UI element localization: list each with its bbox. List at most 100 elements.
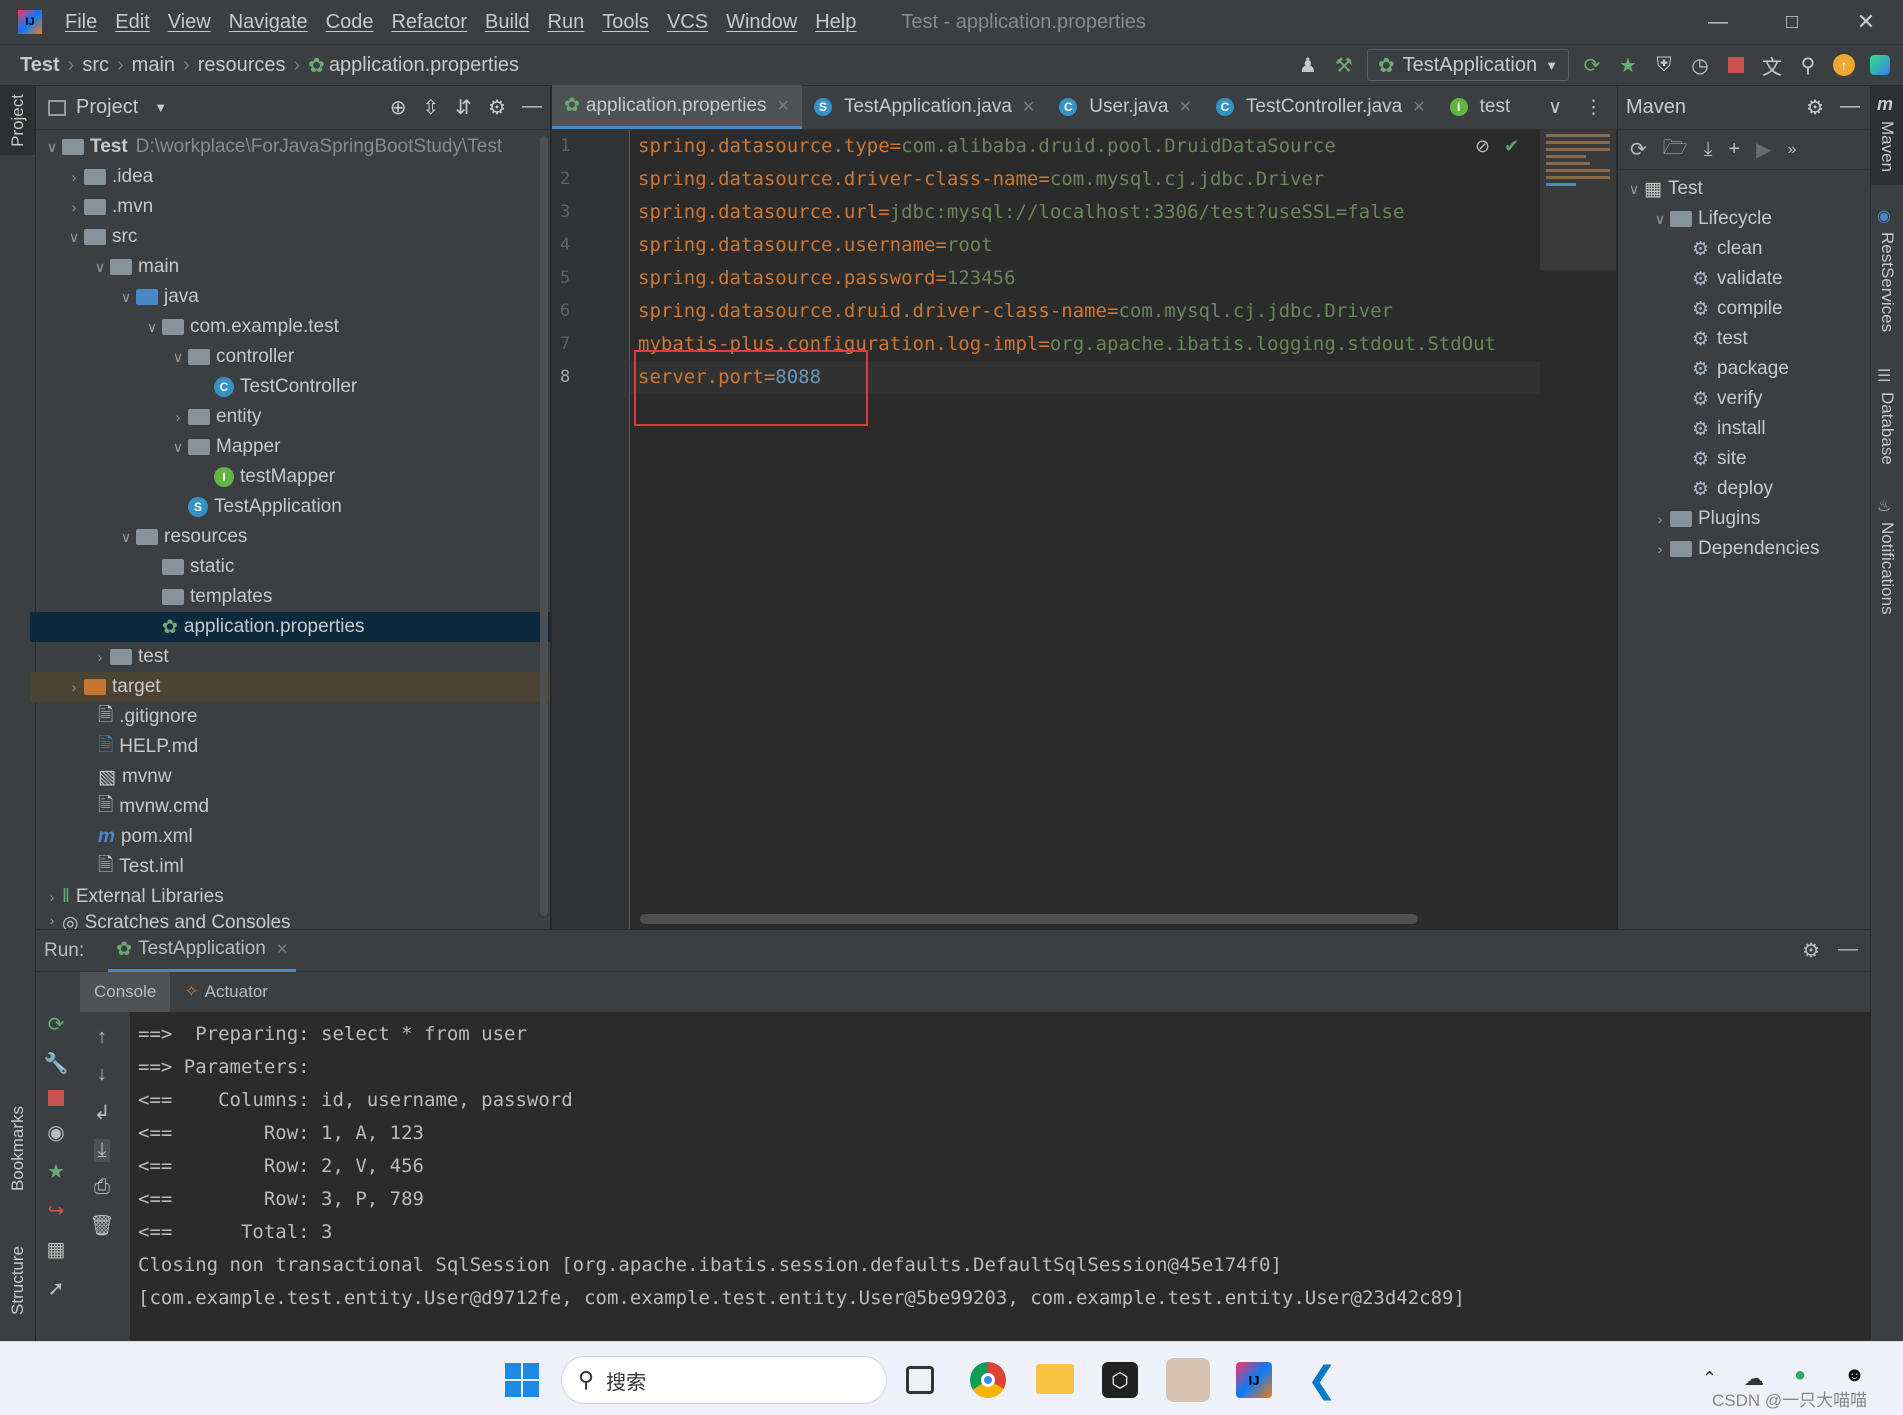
tree-item[interactable]: › test bbox=[36, 642, 550, 672]
expand-all-icon[interactable]: ⇳ bbox=[423, 95, 440, 120]
scrollbar[interactable] bbox=[540, 136, 548, 916]
maven-goal[interactable]: ⚙ install bbox=[1618, 414, 1870, 444]
chevron-right-icon[interactable]: › bbox=[64, 199, 84, 215]
maven-goal[interactable]: ⚙ compile bbox=[1618, 294, 1870, 324]
tree-item[interactable]: ∨ main bbox=[36, 252, 550, 282]
maven-tool-button[interactable]: m Maven bbox=[1871, 86, 1903, 186]
chevron-right-icon[interactable]: › bbox=[168, 409, 188, 425]
search-icon[interactable]: ⚲ bbox=[1795, 52, 1821, 78]
profile-icon[interactable]: ◷ bbox=[1687, 52, 1713, 78]
stop-icon[interactable] bbox=[48, 1090, 64, 1106]
collapse-all-icon[interactable]: ⇵ bbox=[455, 95, 472, 120]
menu-file[interactable]: File bbox=[56, 11, 106, 34]
tree-item[interactable]: ∨ Mapper bbox=[36, 432, 550, 462]
pin-icon[interactable]: ➚ bbox=[48, 1276, 65, 1301]
maven-dependencies[interactable]: › Dependencies bbox=[1618, 534, 1870, 564]
tree-item[interactable]: ∨ src bbox=[36, 222, 550, 252]
maven-goal[interactable]: ⚙ package bbox=[1618, 354, 1870, 384]
breadcrumb-item[interactable]: Test bbox=[20, 54, 60, 77]
tree-item[interactable]: m pom.xml bbox=[36, 822, 550, 852]
maven-goal[interactable]: ⚙ site bbox=[1618, 444, 1870, 474]
menu-tools[interactable]: Tools bbox=[593, 11, 658, 34]
stop-icon[interactable] bbox=[1723, 52, 1749, 78]
maven-goal[interactable]: ⚙ clean bbox=[1618, 234, 1870, 264]
close-icon[interactable]: ✕ bbox=[1179, 97, 1192, 117]
hide-icon[interactable]: — bbox=[1838, 938, 1858, 963]
tab-application-properties[interactable]: ✿ application.properties ✕ bbox=[552, 85, 802, 129]
breadcrumb-item[interactable]: main bbox=[132, 54, 175, 77]
trash-icon[interactable]: 🗑 bbox=[89, 1213, 114, 1238]
menu-edit[interactable]: Edit bbox=[106, 11, 158, 34]
database-tool-button[interactable]: ☰ Database bbox=[1877, 366, 1897, 470]
inspection-status[interactable]: ⊘ ✔ bbox=[1475, 136, 1519, 157]
project-view-select[interactable]: Project bbox=[76, 96, 138, 119]
gear-icon[interactable]: ⚙ bbox=[1802, 938, 1820, 963]
code-line[interactable]: spring.datasource.username=root bbox=[638, 229, 1538, 262]
arrow-down-icon[interactable]: ↓ bbox=[97, 1063, 107, 1086]
file-explorer-icon[interactable] bbox=[1036, 1364, 1074, 1394]
code-line[interactable]: spring.datasource.type=com.alibaba.druid… bbox=[638, 130, 1538, 163]
debug-bug-icon[interactable]: ★ bbox=[47, 1159, 65, 1184]
tree-item[interactable]: ItestMapper bbox=[36, 462, 550, 492]
task-view-icon[interactable] bbox=[906, 1366, 934, 1394]
tree-item[interactable]: 🗎 mvnw.cmd bbox=[36, 792, 550, 822]
gear-icon[interactable]: ⚙ bbox=[488, 95, 506, 120]
build-hammer-icon[interactable]: ⚒ bbox=[1331, 52, 1357, 78]
tree-item[interactable]: › target bbox=[30, 672, 550, 702]
tree-item[interactable]: C TestController bbox=[36, 372, 550, 402]
menu-window[interactable]: Window bbox=[717, 11, 806, 34]
run-configuration-select[interactable]: ✿ TestApplication ▼ bbox=[1366, 49, 1569, 81]
menu-view[interactable]: View bbox=[159, 11, 220, 34]
reload-icon[interactable]: ⟳ bbox=[1630, 137, 1647, 162]
close-window-button[interactable]: ✕ bbox=[1829, 0, 1903, 44]
taskbar-search[interactable]: ⚲ 搜索 bbox=[561, 1356, 887, 1404]
maven-lifecycle[interactable]: ∨ Lifecycle bbox=[1618, 204, 1870, 234]
update-icon[interactable]: ↑ bbox=[1831, 52, 1857, 78]
windows-start-icon[interactable] bbox=[505, 1363, 539, 1397]
close-icon[interactable]: ✕ bbox=[1412, 97, 1425, 117]
add-icon[interactable]: + bbox=[1728, 138, 1740, 161]
chrome-icon[interactable] bbox=[970, 1362, 1006, 1398]
qq-icon[interactable]: ☻ bbox=[1844, 1364, 1865, 1387]
restservices-tool-button[interactable]: ◉ RestServices bbox=[1877, 206, 1897, 337]
more-icon[interactable]: » bbox=[1788, 141, 1797, 159]
hide-icon[interactable]: — bbox=[522, 95, 542, 120]
bookmarks-tool-button[interactable]: Bookmarks bbox=[8, 1106, 28, 1196]
run-icon[interactable]: ▶ bbox=[1756, 137, 1771, 162]
chevron-down-icon[interactable]: ∨ bbox=[1624, 181, 1644, 198]
subtab-console[interactable]: Console bbox=[80, 972, 171, 1012]
tree-item[interactable]: 🗎 .gitignore bbox=[36, 702, 550, 732]
tab-testcontroller-java[interactable]: C TestController.java ✕ bbox=[1204, 85, 1438, 129]
code-line[interactable]: spring.datasource.druid.driver-class-nam… bbox=[638, 295, 1538, 328]
translate-icon[interactable]: 文 bbox=[1759, 52, 1785, 79]
chevron-down-icon[interactable]: ∨ bbox=[42, 139, 62, 156]
minimap[interactable] bbox=[1540, 130, 1616, 270]
breadcrumb-item[interactable]: resources bbox=[198, 54, 286, 77]
tree-item[interactable]: 🗎 HELP.md bbox=[36, 732, 550, 762]
tree-item[interactable]: › ‖ External Libraries bbox=[36, 882, 550, 912]
menu-build[interactable]: Build bbox=[476, 11, 538, 34]
wechat-icon[interactable]: ● bbox=[1794, 1364, 1806, 1387]
close-icon[interactable]: ✕ bbox=[777, 96, 790, 116]
wrench-icon[interactable]: 🔧 bbox=[44, 1051, 69, 1076]
tree-item[interactable]: ▧ mvnw bbox=[36, 762, 550, 792]
tree-item[interactable]: static bbox=[36, 552, 550, 582]
maven-project[interactable]: ∨ ▦ Test bbox=[1618, 174, 1870, 204]
maven-goal[interactable]: ⚙ verify bbox=[1618, 384, 1870, 414]
chevron-right-icon[interactable]: › bbox=[64, 169, 84, 185]
chevron-down-icon[interactable]: ∨ bbox=[90, 259, 110, 276]
tree-item-root[interactable]: ∨ Test D:\workplace\ForJavaSpringBootStu… bbox=[36, 132, 550, 162]
chevron-down-icon[interactable]: ∨ bbox=[64, 229, 84, 246]
maven-goal[interactable]: ⚙ validate bbox=[1618, 264, 1870, 294]
chevron-down-icon[interactable]: ∨ bbox=[116, 289, 136, 306]
tree-item[interactable]: ∨ resources bbox=[36, 522, 550, 552]
maven-goal[interactable]: ⚙ deploy bbox=[1618, 474, 1870, 504]
code-content[interactable]: spring.datasource.type=com.alibaba.druid… bbox=[638, 130, 1538, 929]
tab-test[interactable]: Itest bbox=[1438, 85, 1523, 129]
structure-tool-button[interactable]: Structure bbox=[8, 1246, 28, 1320]
code-line[interactable]: spring.datasource.driver-class-name=com.… bbox=[638, 163, 1538, 196]
more-options-icon[interactable]: ⋮ bbox=[1570, 85, 1617, 129]
intellij-taskbar-icon[interactable]: IJ bbox=[1236, 1362, 1272, 1398]
tree-item[interactable]: ∨ controller bbox=[36, 342, 550, 372]
unity-icon[interactable]: ⬡ bbox=[1102, 1362, 1138, 1398]
